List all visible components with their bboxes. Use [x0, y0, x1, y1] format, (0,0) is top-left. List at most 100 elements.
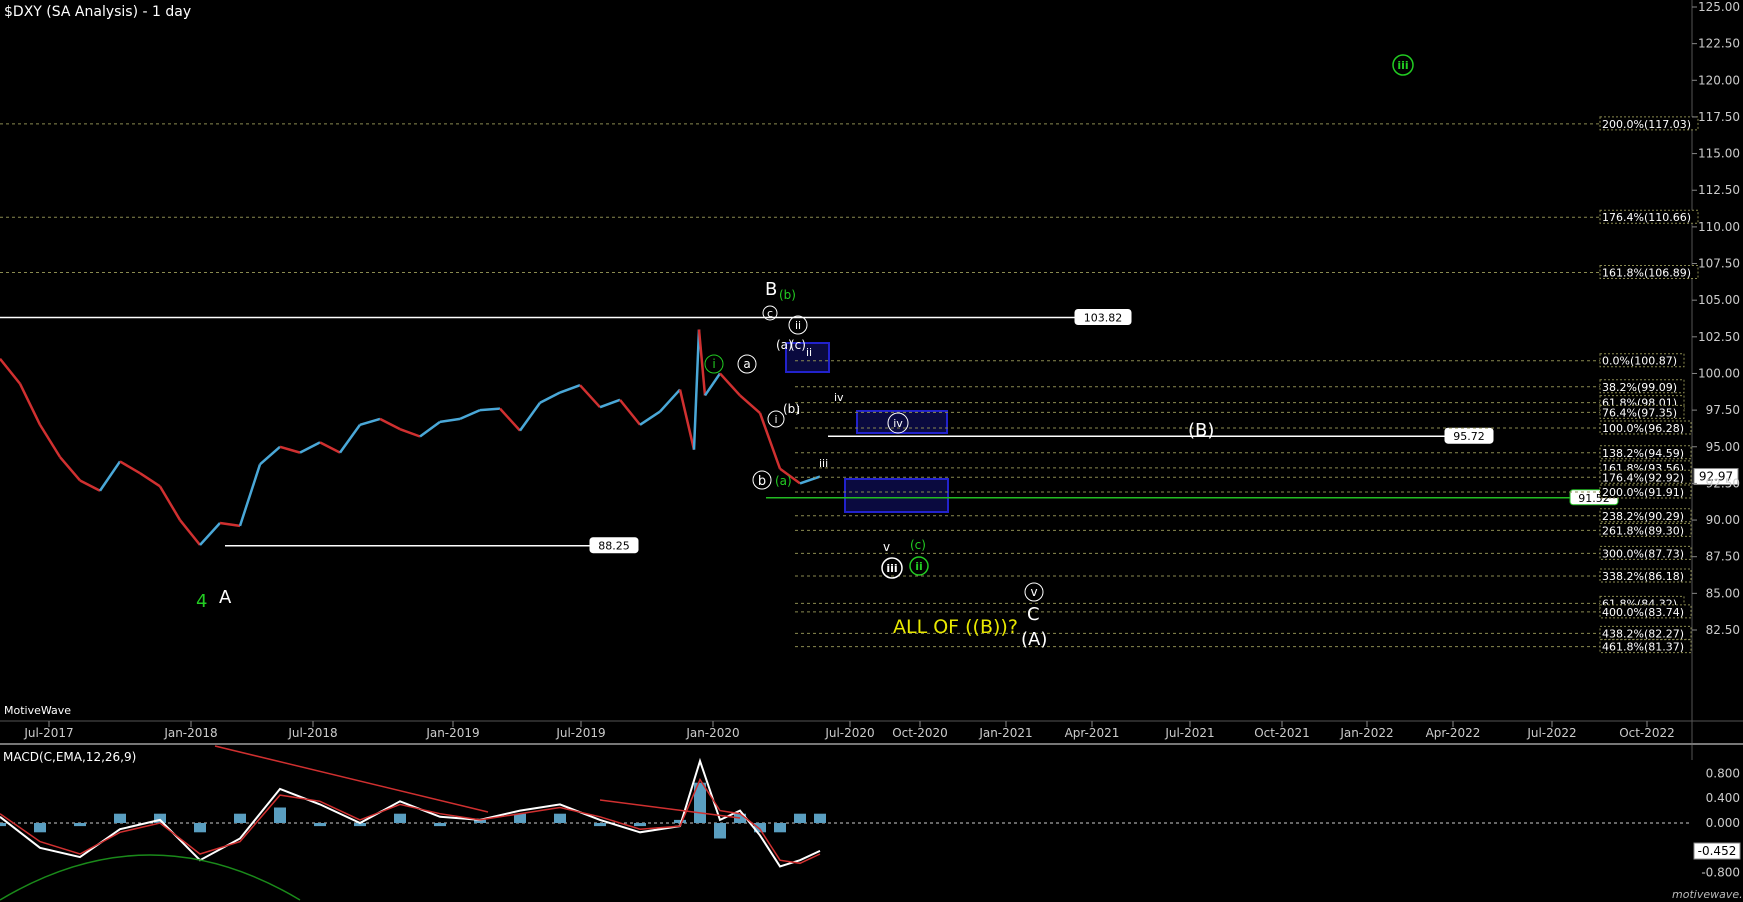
price-segment [703, 372, 722, 397]
price-segment [0, 358, 21, 385]
svg-text:400.0%(83.74): 400.0%(83.74) [1602, 606, 1684, 619]
time-tick-label: Jul-2020 [824, 726, 874, 740]
price-tick-label: 90.00 [1706, 513, 1740, 527]
price-tick-label: 102.50 [1698, 330, 1740, 344]
svg-text:ii: ii [795, 319, 801, 332]
price-segment [559, 384, 581, 394]
price-segment [119, 460, 141, 475]
price-segment [697, 329, 707, 396]
price-segment [459, 408, 481, 421]
wave-label-4: 4 [196, 591, 207, 612]
wave-label-a-major: A [219, 587, 232, 608]
svg-text:100.0%(96.28): 100.0%(96.28) [1602, 422, 1684, 435]
price-tick-label: 112.50 [1698, 183, 1740, 197]
macd-histogram-bar [274, 807, 286, 823]
wave-label-a-paren-green: (a) [775, 474, 792, 488]
time-tick-label: Oct-2020 [892, 726, 948, 740]
fib-level-label: 100.0%(96.28) [1599, 420, 1692, 435]
fib-level-label: 200.0%(91.91) [1599, 484, 1692, 499]
fib-level-label: 176.4%(110.66) [1599, 209, 1699, 224]
svg-text:138.2%(94.59): 138.2%(94.59) [1602, 447, 1684, 460]
fib-level-label: 0.0%(100.87) [1599, 353, 1685, 368]
svg-text:iii: iii [886, 562, 897, 575]
fib-level-label: 200.0%(117.03) [1599, 116, 1699, 131]
svg-text:461.8%(81.37): 461.8%(81.37) [1602, 641, 1684, 654]
fib-level-label: 138.2%(94.59) [1599, 445, 1692, 460]
price-segment [259, 445, 281, 466]
fib-level-label: 238.2%(90.29) [1599, 508, 1692, 523]
level-label: 88.25 [589, 537, 639, 554]
watermark: MotiveWave [4, 704, 71, 717]
time-tick-label: Jan-2020 [685, 726, 739, 740]
wave-label-v-paren: v [883, 540, 890, 554]
time-tick-label: Apr-2022 [1426, 726, 1481, 740]
price-segment [158, 485, 182, 521]
fib-level-label: 461.8%(81.37) [1599, 639, 1692, 654]
price-segment [199, 522, 221, 546]
wave-label-iv-paren: iv [834, 391, 844, 404]
macd-arc [0, 854, 301, 901]
svg-text:338.2%(86.18): 338.2%(86.18) [1602, 570, 1684, 583]
price-tick-label: 92.50 [1706, 476, 1740, 490]
fib-level-label: 338.2%(86.18) [1599, 568, 1692, 583]
macd-tick-label: 0.800 [1706, 766, 1740, 780]
svg-text:200.0%(91.91): 200.0%(91.91) [1602, 486, 1684, 499]
wave-label-a-circled: a [737, 354, 757, 374]
wave-label-ii-paren: ii [806, 346, 812, 359]
svg-text:v: v [1030, 585, 1037, 599]
wave-label-iii-circled: iii [881, 557, 903, 579]
chart-title: $DXY (SA Analysis) - 1 day [4, 4, 191, 20]
svg-text:0.0%(100.87): 0.0%(100.87) [1602, 355, 1677, 368]
chart-canvas: $DXY (SA Analysis) - 1 day MotiveWave 10… [0, 0, 1743, 901]
level-label: 95.72 [1444, 427, 1494, 444]
price-segment [279, 445, 301, 454]
macd-histogram-bar [554, 813, 566, 823]
price-segment [179, 519, 201, 546]
macd-histogram-bar [114, 813, 126, 823]
price-tick-label: 110.00 [1698, 220, 1740, 234]
svg-text:ii: ii [915, 560, 923, 573]
wave-label-v-circled: v [1024, 582, 1044, 602]
wave-label-i-paren: i [797, 404, 800, 417]
fib-level-label: 176.4%(92.92) [1599, 469, 1692, 484]
price-segment [539, 391, 561, 404]
price-segment [79, 479, 101, 492]
time-tick-label: Jul-2019 [555, 726, 605, 740]
wave-label-b-major: B [765, 279, 777, 300]
price-segment [678, 389, 696, 450]
svg-text:-0.452: -0.452 [1698, 844, 1737, 858]
fib-level-label: 38.2%(99.09) [1599, 379, 1685, 394]
time-tick-label: Jul-2021 [1164, 726, 1214, 740]
wave-label-i-circled-green: i [704, 354, 724, 374]
macd-trendline [214, 745, 489, 813]
macd-histogram-bar [0, 823, 6, 827]
price-tick-label: 87.50 [1706, 550, 1740, 564]
svg-text:i: i [712, 357, 715, 371]
svg-text:103.82: 103.82 [1084, 311, 1123, 324]
time-tick-label: Oct-2021 [1254, 726, 1310, 740]
wave-label-iii-circled-green-top: iii [1392, 54, 1414, 76]
macd-histogram-bar [34, 823, 46, 833]
svg-text:a: a [743, 357, 750, 371]
macd-histogram-bar [434, 823, 446, 827]
macd-histogram-bar [314, 823, 326, 827]
wave-label-ii-circled-top: ii [788, 315, 808, 335]
time-tick-label: Jul-2018 [287, 726, 337, 740]
price-tick-label: 82.50 [1706, 623, 1740, 637]
price-segment [518, 402, 542, 432]
svg-text:88.25: 88.25 [598, 540, 630, 553]
time-tick-label: Jan-2021 [978, 726, 1032, 740]
price-segment [599, 398, 621, 409]
wave-label-c-paren-green: (c) [910, 538, 926, 552]
svg-text:iii: iii [1397, 59, 1408, 72]
price-segment [139, 472, 161, 488]
time-tick-label: Jan-2019 [425, 726, 479, 740]
fib-level-label: 300.0%(87.73) [1599, 545, 1692, 560]
price-tick-label: 122.50 [1698, 37, 1740, 51]
price-segment [619, 399, 641, 426]
price-segment [338, 424, 362, 454]
macd-histogram-bar [674, 819, 686, 823]
macd-tick-label: 0.000 [1706, 816, 1740, 830]
price-segment [579, 384, 601, 409]
macd-histogram-bar [194, 823, 206, 833]
